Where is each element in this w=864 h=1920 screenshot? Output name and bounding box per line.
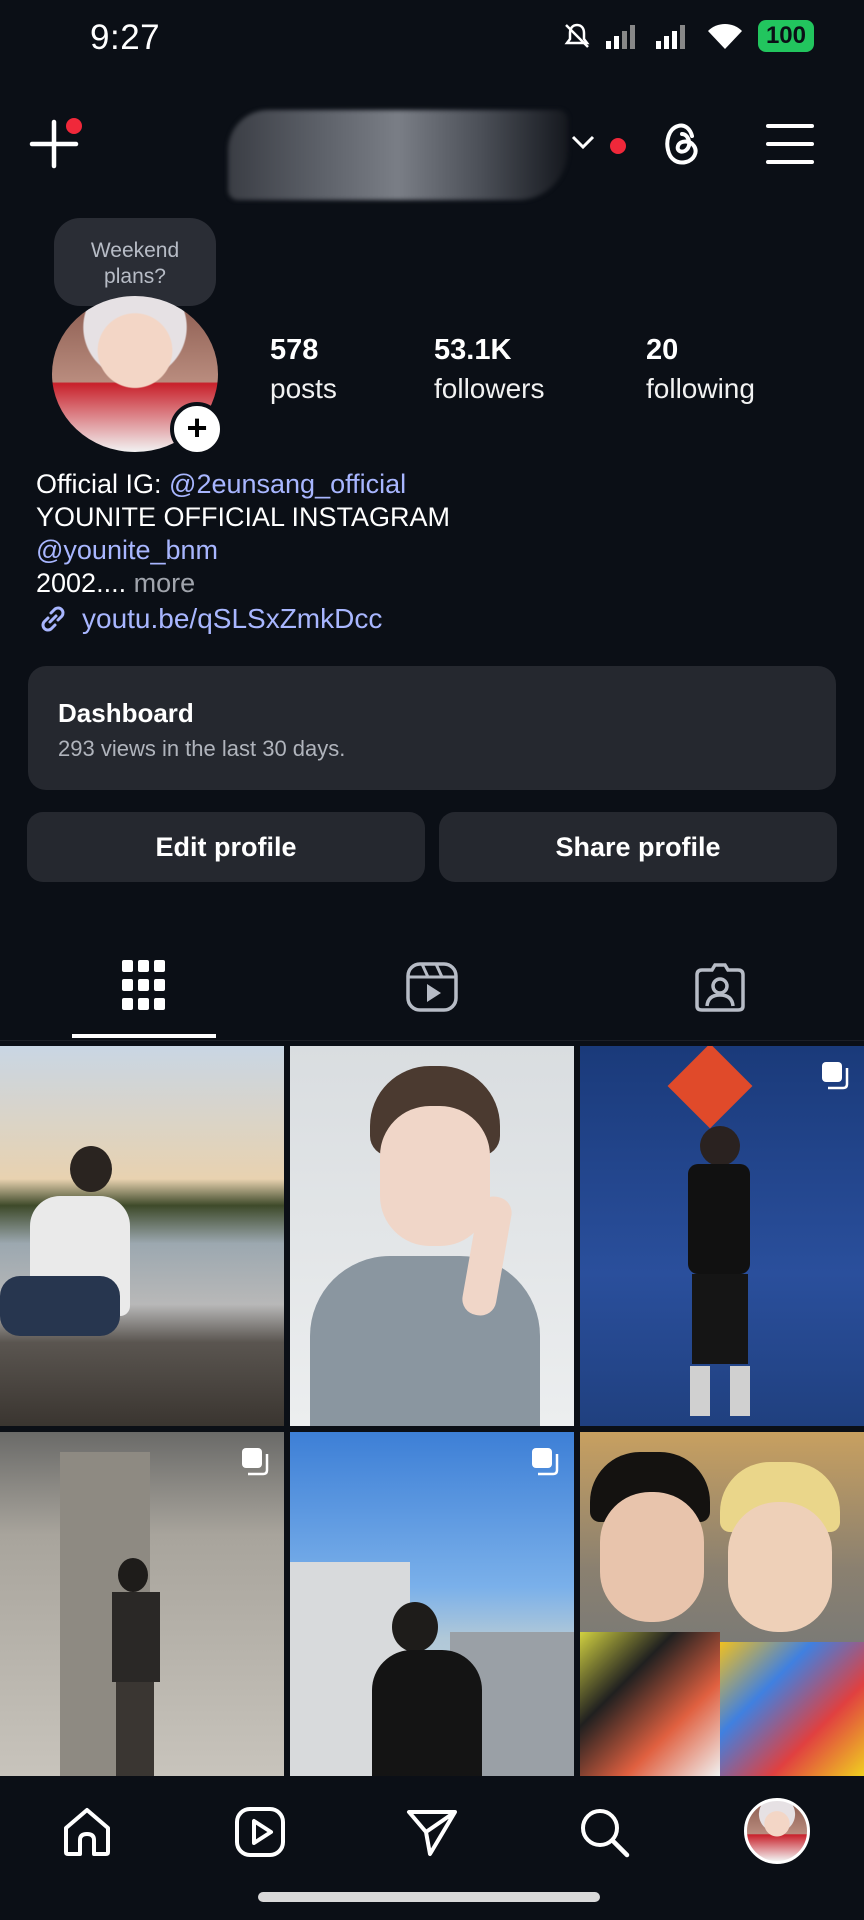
- account-notification-dot: [610, 138, 626, 154]
- dashboard-subtitle: 293 views in the last 30 days.: [58, 736, 346, 761]
- wifi-icon: [707, 23, 742, 49]
- direct-messages-icon[interactable]: [406, 1808, 458, 1858]
- note-line-1: Weekend: [90, 239, 180, 262]
- signal-icon-2: [655, 25, 685, 49]
- note-bubble[interactable]: Weekend plans?: [54, 218, 216, 306]
- bio-mention-group[interactable]: @younite_bnm: [36, 534, 450, 567]
- share-profile-button[interactable]: Share profile: [439, 812, 837, 882]
- multi-post-icon-2: [242, 1448, 269, 1476]
- edit-profile-button[interactable]: Edit profile: [27, 812, 425, 882]
- status-icons: 100: [562, 20, 814, 52]
- home-icon[interactable]: [62, 1806, 112, 1858]
- stat-posts-label: posts: [270, 373, 337, 404]
- stat-followers-value: 53.1K: [434, 334, 512, 366]
- active-tab-indicator: [72, 1034, 216, 1038]
- bio-link[interactable]: youtu.be/qSLSxZmkDcc: [36, 602, 382, 636]
- reels-nav-icon[interactable]: [234, 1806, 286, 1858]
- threads-icon[interactable]: [658, 118, 706, 170]
- bio-mention-official[interactable]: @2eunsang_official: [169, 469, 406, 499]
- stat-following-value: 20: [646, 334, 679, 366]
- post-sunset-lake[interactable]: [0, 1046, 284, 1426]
- stat-posts-value: 578: [270, 334, 319, 366]
- username-redacted[interactable]: [228, 110, 568, 200]
- professional-dashboard[interactable]: Dashboard 293 views in the last 30 days.: [28, 666, 836, 790]
- stat-followers-label: followers: [434, 373, 545, 404]
- profile-nav-avatar[interactable]: [744, 1798, 810, 1864]
- bio-prefix: Official IG:: [36, 469, 170, 499]
- reels-icon[interactable]: [406, 962, 458, 1012]
- bio-more-link[interactable]: more: [126, 568, 196, 598]
- stat-posts[interactable]: 578 posts: [270, 334, 337, 405]
- stat-following[interactable]: 20 following: [646, 334, 755, 405]
- stat-followers[interactable]: 53.1K followers: [434, 334, 544, 405]
- post-pinwheel[interactable]: [580, 1046, 864, 1426]
- profile-bio: Official IG: @2eunsang_official YOUNITE …: [36, 468, 450, 600]
- tabs-divider: [0, 1040, 864, 1041]
- bio-link-text: youtu.be/qSLSxZmkDcc: [82, 603, 383, 634]
- stat-following-label: following: [646, 373, 755, 404]
- link-icon: [41, 606, 65, 632]
- bio-truncated: 2002....: [36, 568, 127, 598]
- grid-icon[interactable]: [122, 960, 166, 1010]
- search-icon[interactable]: [578, 1806, 630, 1858]
- multi-post-icon-3: [532, 1448, 559, 1476]
- note-line-2: plans?: [104, 265, 166, 288]
- menu-icon[interactable]: [766, 122, 814, 166]
- post-concrete-pillar[interactable]: [0, 1432, 284, 1776]
- signal-icon: [605, 25, 635, 49]
- create-notification-dot: [66, 118, 82, 134]
- battery-indicator: 100: [757, 20, 814, 52]
- bio-line-2: YOUNITE OFFICIAL INSTAGRAM: [36, 502, 451, 532]
- dashboard-title: Dashboard: [58, 698, 194, 728]
- post-peace-sign[interactable]: [290, 1046, 574, 1426]
- gesture-home-bar[interactable]: [258, 1892, 600, 1902]
- multi-post-icon: [822, 1062, 849, 1090]
- post-city-view[interactable]: [290, 1432, 574, 1776]
- post-duo-selfie[interactable]: [580, 1432, 864, 1776]
- chevron-down-icon[interactable]: [570, 132, 596, 152]
- tagged-icon[interactable]: [694, 962, 746, 1012]
- status-time: 9:27: [90, 18, 161, 57]
- add-story-icon[interactable]: +: [170, 402, 224, 456]
- mute-icon: [564, 23, 590, 48]
